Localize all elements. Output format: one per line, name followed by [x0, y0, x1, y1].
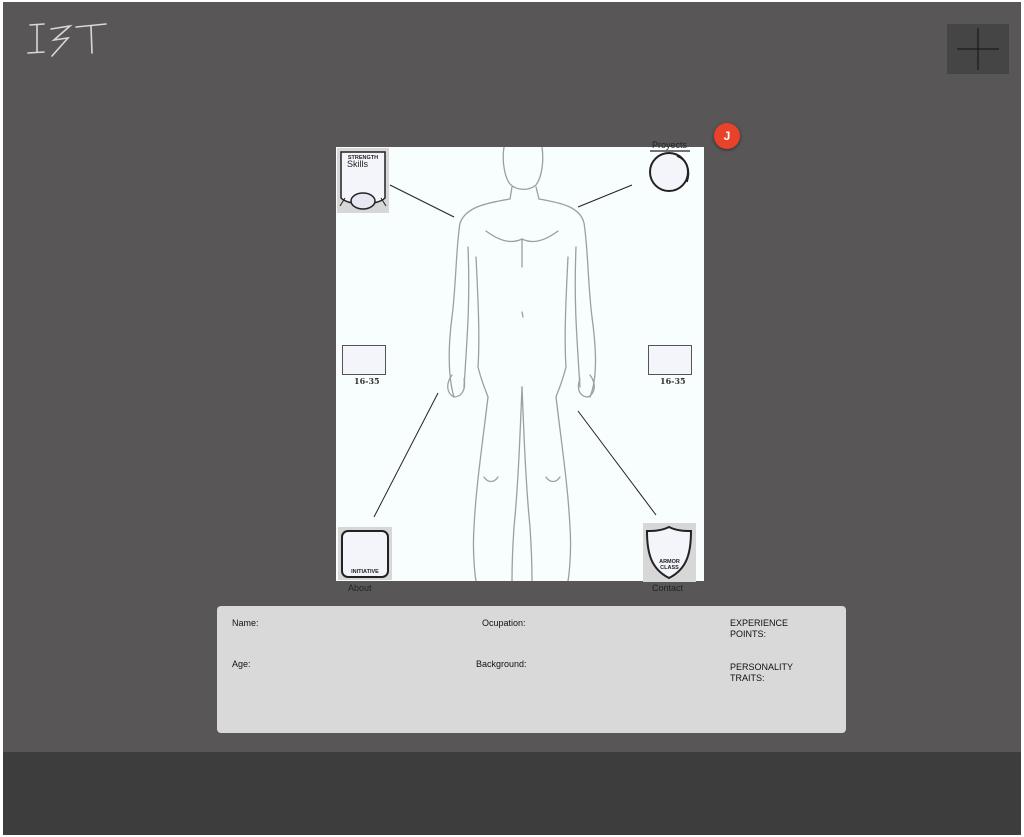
background-label: Background:	[476, 659, 527, 669]
about-label[interactable]: About	[348, 583, 372, 593]
armor-shield-icon	[645, 525, 693, 580]
logo[interactable]	[24, 20, 112, 60]
contact-card[interactable]: ARMOR CLASS	[643, 523, 696, 582]
about-card[interactable]: INITIATIVE	[338, 527, 392, 580]
contact-card-title-2: CLASS	[660, 565, 679, 571]
age-label: Age:	[232, 659, 251, 669]
skills-card[interactable]: STRENGTH Skills	[337, 148, 389, 213]
occupation-label: Ocupation:	[482, 618, 526, 628]
handwritten-logo-icon	[27, 23, 107, 57]
right-stat-label: 16-35	[660, 376, 686, 386]
experience-label-2: POINTS:	[730, 629, 767, 639]
right-stat-box[interactable]	[648, 345, 692, 375]
name-label: Name:	[232, 618, 259, 628]
experience-label-1: EXPERIENCE	[730, 618, 789, 628]
contact-label[interactable]: Contact	[652, 583, 683, 593]
plus-icon	[957, 28, 999, 70]
footer-bar	[3, 752, 1021, 835]
character-info-panel: Name: Ocupation: EXPERIENCE POINTS: Age:…	[217, 606, 846, 733]
left-stat-label: 16-35	[354, 376, 380, 386]
projects-ring-icon	[649, 150, 690, 192]
projects-card[interactable]	[647, 148, 693, 192]
notification-badge[interactable]: J	[714, 123, 740, 149]
about-card-title: INITIATIVE	[351, 569, 379, 575]
skills-label: Skills	[347, 159, 369, 169]
left-stat-box[interactable]	[342, 345, 386, 375]
personality-label-1: PERSONALITY	[730, 662, 794, 672]
add-menu-button[interactable]	[947, 24, 1009, 74]
personality-label-2: TRAITS:	[730, 673, 765, 683]
